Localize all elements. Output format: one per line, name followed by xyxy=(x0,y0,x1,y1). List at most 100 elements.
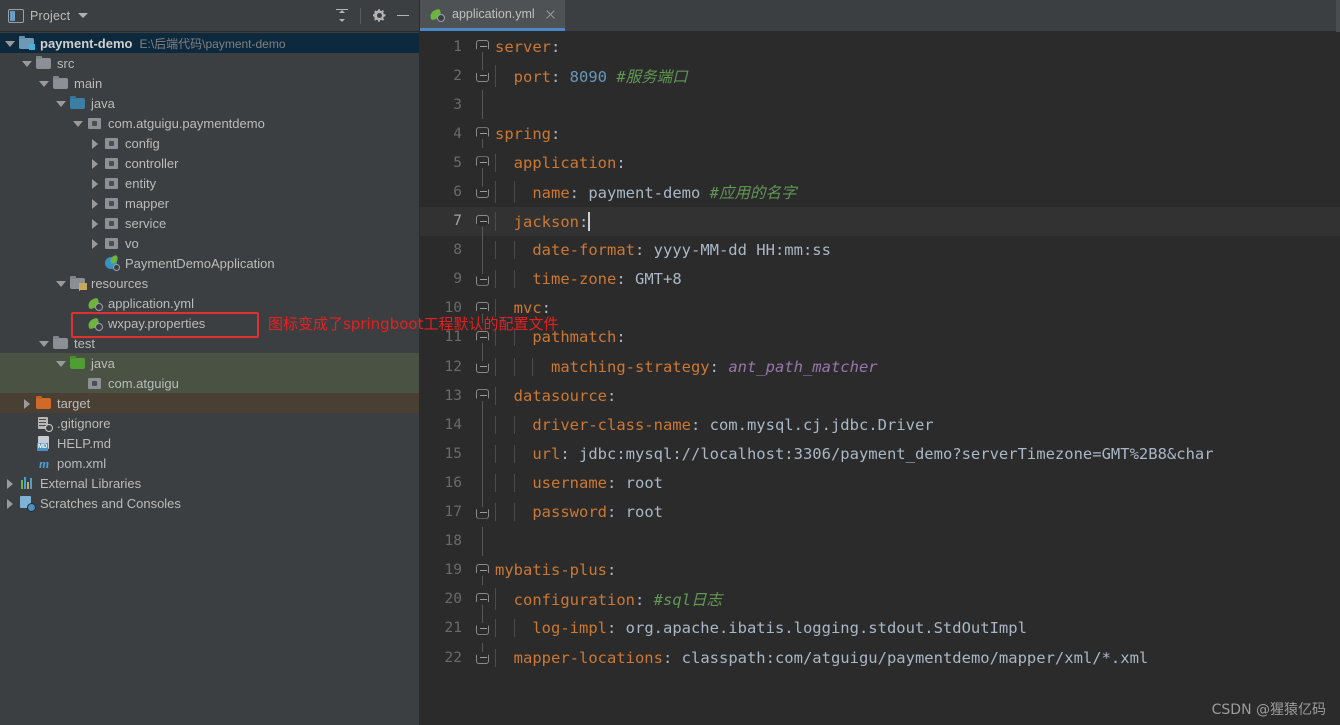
tree-row-resources[interactable]: resources xyxy=(0,273,420,293)
chevron-right-icon[interactable] xyxy=(21,398,32,409)
fold-marker-icon[interactable] xyxy=(476,563,489,576)
fold-gutter[interactable] xyxy=(472,207,494,236)
code-line[interactable]: 20 configuration: #sql日志 xyxy=(420,585,1340,614)
code-line[interactable]: 18 xyxy=(420,526,1340,556)
fold-marker-icon[interactable] xyxy=(476,651,489,664)
code-line[interactable]: 15 url: jdbc:mysql://localhost:3306/paym… xyxy=(420,439,1340,469)
close-icon[interactable] xyxy=(544,8,557,21)
settings-button[interactable] xyxy=(368,5,390,27)
tree-row-config[interactable]: config xyxy=(0,133,420,153)
code-line[interactable]: 16 username: root xyxy=(420,468,1340,498)
fold-gutter[interactable] xyxy=(472,90,494,120)
fold-marker-icon[interactable] xyxy=(476,156,489,169)
fold-gutter[interactable] xyxy=(472,439,494,469)
collapse-all-button[interactable] xyxy=(331,5,353,27)
tree-row-application-yml[interactable]: application.yml xyxy=(0,293,420,313)
code-line[interactable]: 21 log-impl: org.apache.ibatis.logging.s… xyxy=(420,613,1340,643)
fold-gutter[interactable] xyxy=(472,264,494,294)
tree-row-target[interactable]: target xyxy=(0,393,420,413)
chevron-right-icon[interactable] xyxy=(89,138,100,149)
fold-gutter[interactable] xyxy=(472,468,494,498)
tree-row-com-atguigu[interactable]: com.atguigu xyxy=(0,373,420,393)
tree-row-scratches-and-consoles[interactable]: Scratches and Consoles xyxy=(0,493,420,513)
fold-gutter[interactable] xyxy=(472,119,494,149)
tree-row-src[interactable]: src xyxy=(0,53,420,73)
chevron-right-icon[interactable] xyxy=(89,198,100,209)
chevron-down-icon[interactable] xyxy=(55,98,66,109)
tree-row-controller[interactable]: controller xyxy=(0,153,420,173)
code-line[interactable]: 2 port: 8090 #服务端口 xyxy=(420,61,1340,90)
tree-row-service[interactable]: service xyxy=(0,213,420,233)
code-line[interactable]: 22 mapper-locations: classpath:com/atgui… xyxy=(420,642,1340,672)
code-line[interactable]: 6 name: payment-demo #应用的名字 xyxy=(420,177,1340,206)
chevron-down-icon[interactable] xyxy=(38,338,49,349)
fold-marker-icon[interactable] xyxy=(476,186,489,199)
code-line[interactable]: 17 password: root xyxy=(420,497,1340,527)
fold-gutter[interactable] xyxy=(472,177,494,206)
tree-row-com-atguigu-paymentdemo[interactable]: com.atguigu.paymentdemo xyxy=(0,113,420,133)
tree-row-mapper[interactable]: mapper xyxy=(0,193,420,213)
tree-row-entity[interactable]: entity xyxy=(0,173,420,193)
fold-marker-icon[interactable] xyxy=(476,622,489,635)
chevron-down-icon[interactable] xyxy=(21,58,32,69)
fold-gutter[interactable] xyxy=(472,526,494,556)
fold-marker-icon[interactable] xyxy=(476,592,489,605)
hide-button[interactable] xyxy=(392,5,414,27)
tree-row-paymentdemoapplication[interactable]: PaymentDemoApplication xyxy=(0,253,420,273)
code-line[interactable]: 9 time-zone: GMT+8 xyxy=(420,264,1340,294)
fold-marker-icon[interactable] xyxy=(476,273,489,286)
fold-gutter[interactable] xyxy=(472,32,494,62)
fold-gutter[interactable] xyxy=(472,642,494,672)
code-line[interactable]: 19 mybatis-plus: xyxy=(420,556,1340,585)
chevron-down-icon[interactable] xyxy=(38,78,49,89)
fold-gutter[interactable] xyxy=(472,585,494,614)
code-line[interactable]: 3 xyxy=(420,90,1340,120)
chevron-down-icon[interactable] xyxy=(55,278,66,289)
tree-row-vo[interactable]: vo xyxy=(0,233,420,253)
fold-gutter[interactable] xyxy=(472,613,494,643)
chevron-right-icon[interactable] xyxy=(4,478,15,489)
code-line[interactable]: 12 matching-strategy: ant_path_matcher xyxy=(420,352,1340,381)
tree-row-external-libraries[interactable]: External Libraries xyxy=(0,473,420,493)
fold-marker-icon[interactable] xyxy=(476,506,489,519)
tree-row-gitignore[interactable]: .gitignore xyxy=(0,413,420,433)
fold-gutter[interactable] xyxy=(472,352,494,381)
fold-marker-icon[interactable] xyxy=(476,127,489,140)
fold-gutter[interactable] xyxy=(472,381,494,411)
fold-gutter[interactable] xyxy=(472,235,494,265)
chevron-right-icon[interactable] xyxy=(4,498,15,509)
tree-row-java[interactable]: java xyxy=(0,353,420,373)
tab-application-yml[interactable]: application.yml xyxy=(420,0,565,31)
fold-gutter[interactable] xyxy=(472,556,494,585)
fold-gutter[interactable] xyxy=(472,148,494,178)
code-line[interactable]: 13 datasource: xyxy=(420,381,1340,411)
chevron-down-icon[interactable] xyxy=(72,118,83,129)
fold-marker-icon[interactable] xyxy=(476,361,489,374)
fold-marker-icon[interactable] xyxy=(476,214,489,227)
code-line[interactable]: 14 driver-class-name: com.mysql.cj.jdbc.… xyxy=(420,410,1340,440)
chevron-right-icon[interactable] xyxy=(89,158,100,169)
fold-gutter[interactable] xyxy=(472,410,494,440)
fold-marker-icon[interactable] xyxy=(476,40,489,52)
chevron-down-icon[interactable] xyxy=(4,38,15,49)
chevron-right-icon[interactable] xyxy=(89,178,100,189)
code-line[interactable]: 8 date-format: yyyy-MM-dd HH:mm:ss xyxy=(420,235,1340,265)
project-tree[interactable]: payment-demo E:\后端代码\payment-demo src main j… xyxy=(0,32,420,725)
tree-row-pom-xml[interactable]: m pom.xml xyxy=(0,453,420,473)
code-line[interactable]: 4 spring: xyxy=(420,119,1340,149)
fold-gutter[interactable] xyxy=(472,497,494,527)
chevron-down-icon[interactable] xyxy=(55,358,66,369)
tree-row-main[interactable]: main xyxy=(0,73,420,93)
chevron-right-icon[interactable] xyxy=(89,238,100,249)
code-line[interactable]: 7 jackson: xyxy=(420,206,1340,236)
fold-marker-icon[interactable] xyxy=(476,70,489,83)
tree-row-help-md[interactable]: MD HELP.md xyxy=(0,433,420,453)
code-line[interactable]: 5 application: xyxy=(420,148,1340,178)
tree-row-java[interactable]: java xyxy=(0,93,420,113)
fold-marker-icon[interactable] xyxy=(476,389,489,402)
code-line[interactable]: 1 server: xyxy=(420,32,1340,62)
tree-row-payment-demo[interactable]: payment-demo E:\后端代码\payment-demo xyxy=(0,33,420,53)
chevron-right-icon[interactable] xyxy=(89,218,100,229)
chevron-down-icon[interactable] xyxy=(78,13,89,18)
fold-gutter[interactable] xyxy=(472,61,494,90)
